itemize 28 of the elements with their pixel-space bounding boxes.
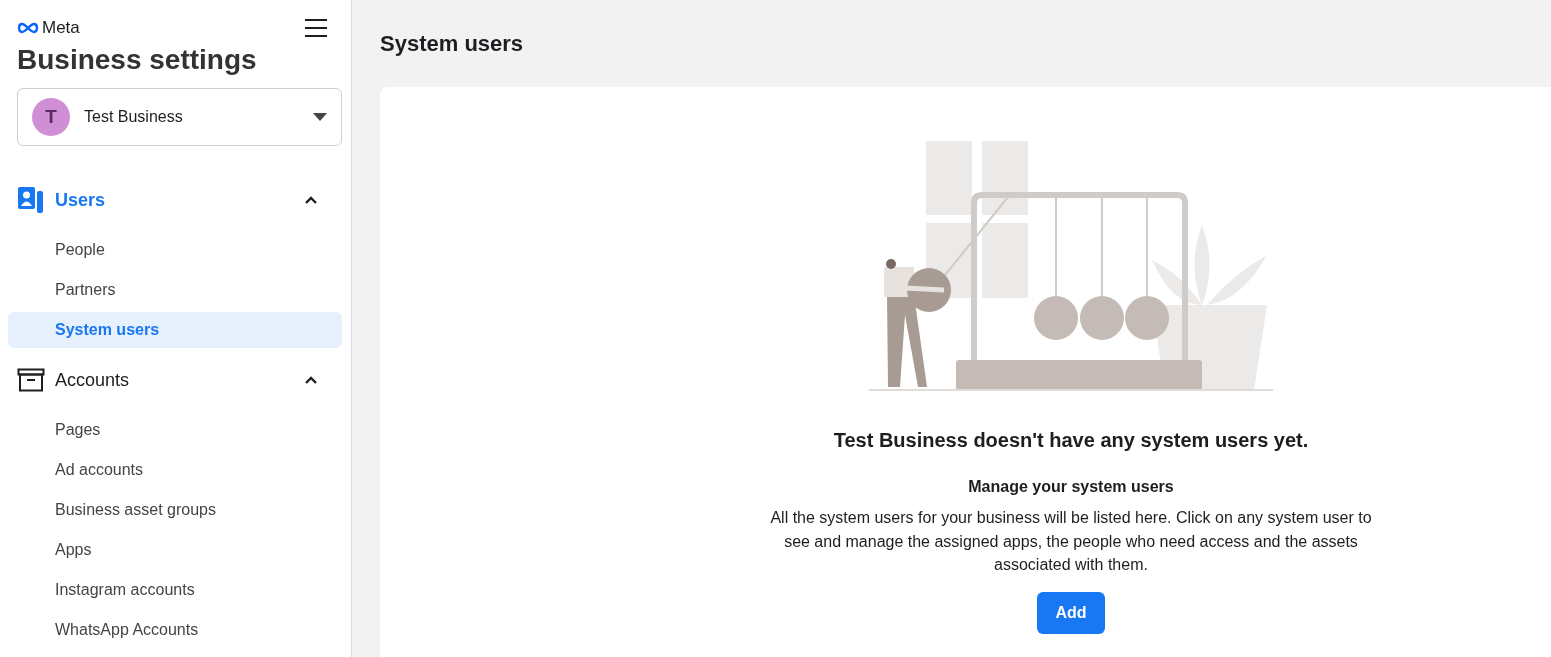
nav-item[interactable]: People xyxy=(8,232,342,268)
empty-state-subheading: Manage your system users xyxy=(968,478,1174,496)
business-name: Test Business xyxy=(84,108,184,126)
nav-item[interactable]: Pages xyxy=(8,412,342,448)
nav-item[interactable]: Instagram accounts xyxy=(8,572,342,608)
empty-state-description: All the system users for your business will be listed here. Click on any system user to see and manage the assigned apps, the people who need access and the assets associated with them. xyxy=(769,508,1373,575)
nav-item[interactable]: Partners xyxy=(8,272,342,308)
menu-icon[interactable] xyxy=(304,18,328,38)
nav-item[interactable]: WhatsApp Accounts xyxy=(8,612,342,648)
nav-item[interactable]: Ad accounts xyxy=(8,452,342,488)
nav-group[interactable]: Users xyxy=(8,182,342,218)
page-title: System users xyxy=(380,31,525,57)
chevron-up-icon xyxy=(304,195,318,205)
nav-item[interactable]: System users xyxy=(8,312,342,348)
nav-group[interactable]: Accounts xyxy=(8,362,342,398)
add-button[interactable]: Add xyxy=(1037,591,1105,634)
business-picker[interactable]: T Test Business xyxy=(17,88,342,146)
chevron-up-icon xyxy=(304,375,318,385)
archive-box-icon xyxy=(17,368,45,392)
business-avatar: T xyxy=(32,98,70,136)
empty-state-heading: Test Business doesn't have any system users yet. xyxy=(833,429,1309,452)
nav-item[interactable]: Apps xyxy=(8,532,342,568)
user-cards-icon xyxy=(17,186,45,214)
nav-item[interactable]: Business asset groups xyxy=(8,492,342,528)
caret-down-icon xyxy=(313,113,327,121)
infinity-logo-icon xyxy=(17,22,39,34)
brand-name: Meta xyxy=(42,18,80,38)
settings-title: Business settings xyxy=(17,44,258,76)
